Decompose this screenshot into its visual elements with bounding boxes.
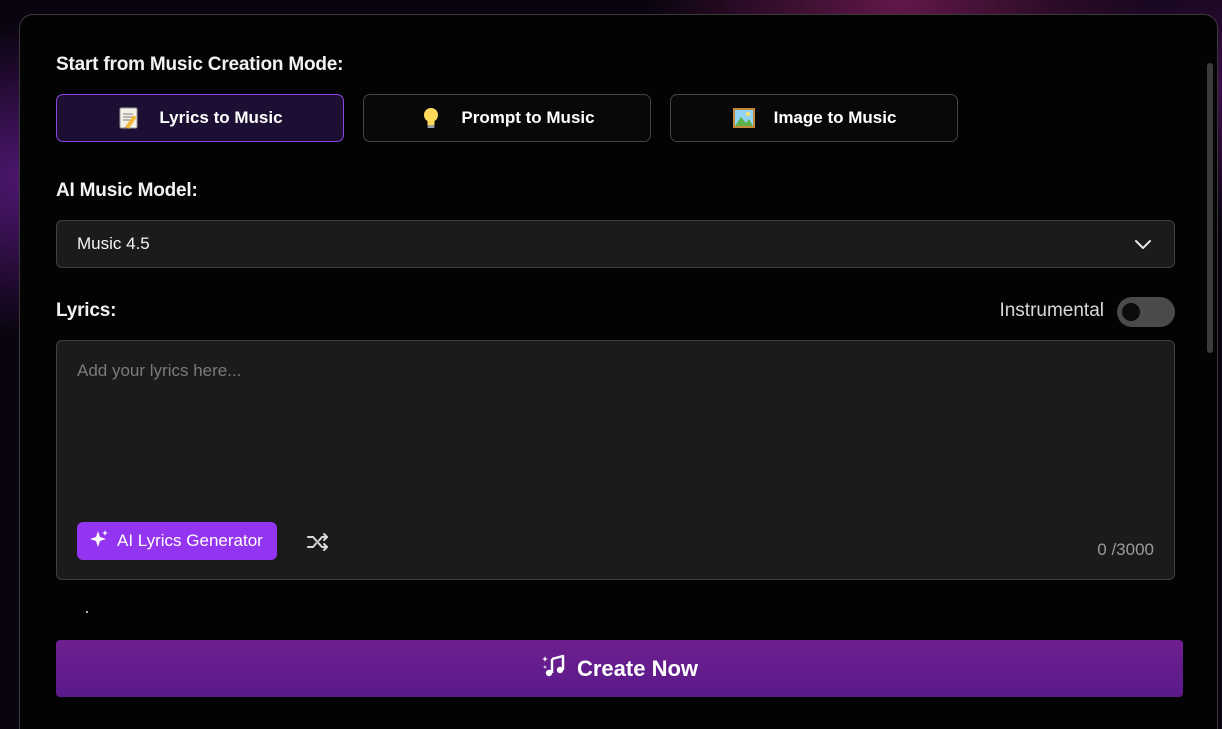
model-section-label: AI Music Model:	[56, 180, 198, 201]
mode-prompt-to-music-button[interactable]: Prompt to Music	[363, 94, 651, 142]
scrollbar[interactable]	[1207, 63, 1213, 353]
sparkle-icon	[89, 529, 109, 554]
model-select-value: Music 4.5	[77, 234, 150, 253]
create-now-label: Create Now	[576, 655, 699, 681]
toggle-knob	[1122, 303, 1140, 321]
mode-image-to-music-button[interactable]: Image to Music	[670, 94, 958, 142]
instrumental-label: Instrumental	[999, 300, 1104, 321]
divider-dot	[86, 611, 88, 613]
ai-lyrics-generator-label: AI Lyrics Generator	[117, 531, 263, 550]
lyrics-section-label: Lyrics:	[56, 300, 117, 321]
lyrics-box: AI Lyrics Generator 0 /3000	[56, 340, 1175, 580]
memo-icon	[117, 106, 141, 130]
framed-picture-icon	[732, 106, 756, 130]
mode-prompt-to-music-label: Prompt to Music	[461, 108, 595, 127]
mode-lyrics-to-music-button[interactable]: Lyrics to Music	[56, 94, 344, 142]
lightbulb-icon	[419, 106, 443, 130]
music-sparkle-icon	[541, 653, 567, 685]
mode-lyrics-to-music-label: Lyrics to Music	[159, 108, 283, 127]
music-creation-panel: Start from Music Creation Mode: Lyrics t…	[19, 14, 1218, 729]
chevron-down-icon	[1134, 235, 1152, 258]
mode-section-label: Start from Music Creation Mode:	[56, 54, 344, 75]
ai-lyrics-generator-button[interactable]: AI Lyrics Generator	[77, 522, 277, 560]
character-counter: 0 /3000	[1097, 540, 1154, 559]
instrumental-toggle[interactable]	[1117, 297, 1175, 327]
mode-image-to-music-label: Image to Music	[773, 108, 897, 127]
create-now-button[interactable]: Create Now	[56, 640, 1183, 697]
shuffle-icon[interactable]	[305, 529, 331, 555]
lyrics-textarea[interactable]	[57, 341, 1174, 501]
model-select[interactable]: Music 4.5	[56, 220, 1175, 268]
